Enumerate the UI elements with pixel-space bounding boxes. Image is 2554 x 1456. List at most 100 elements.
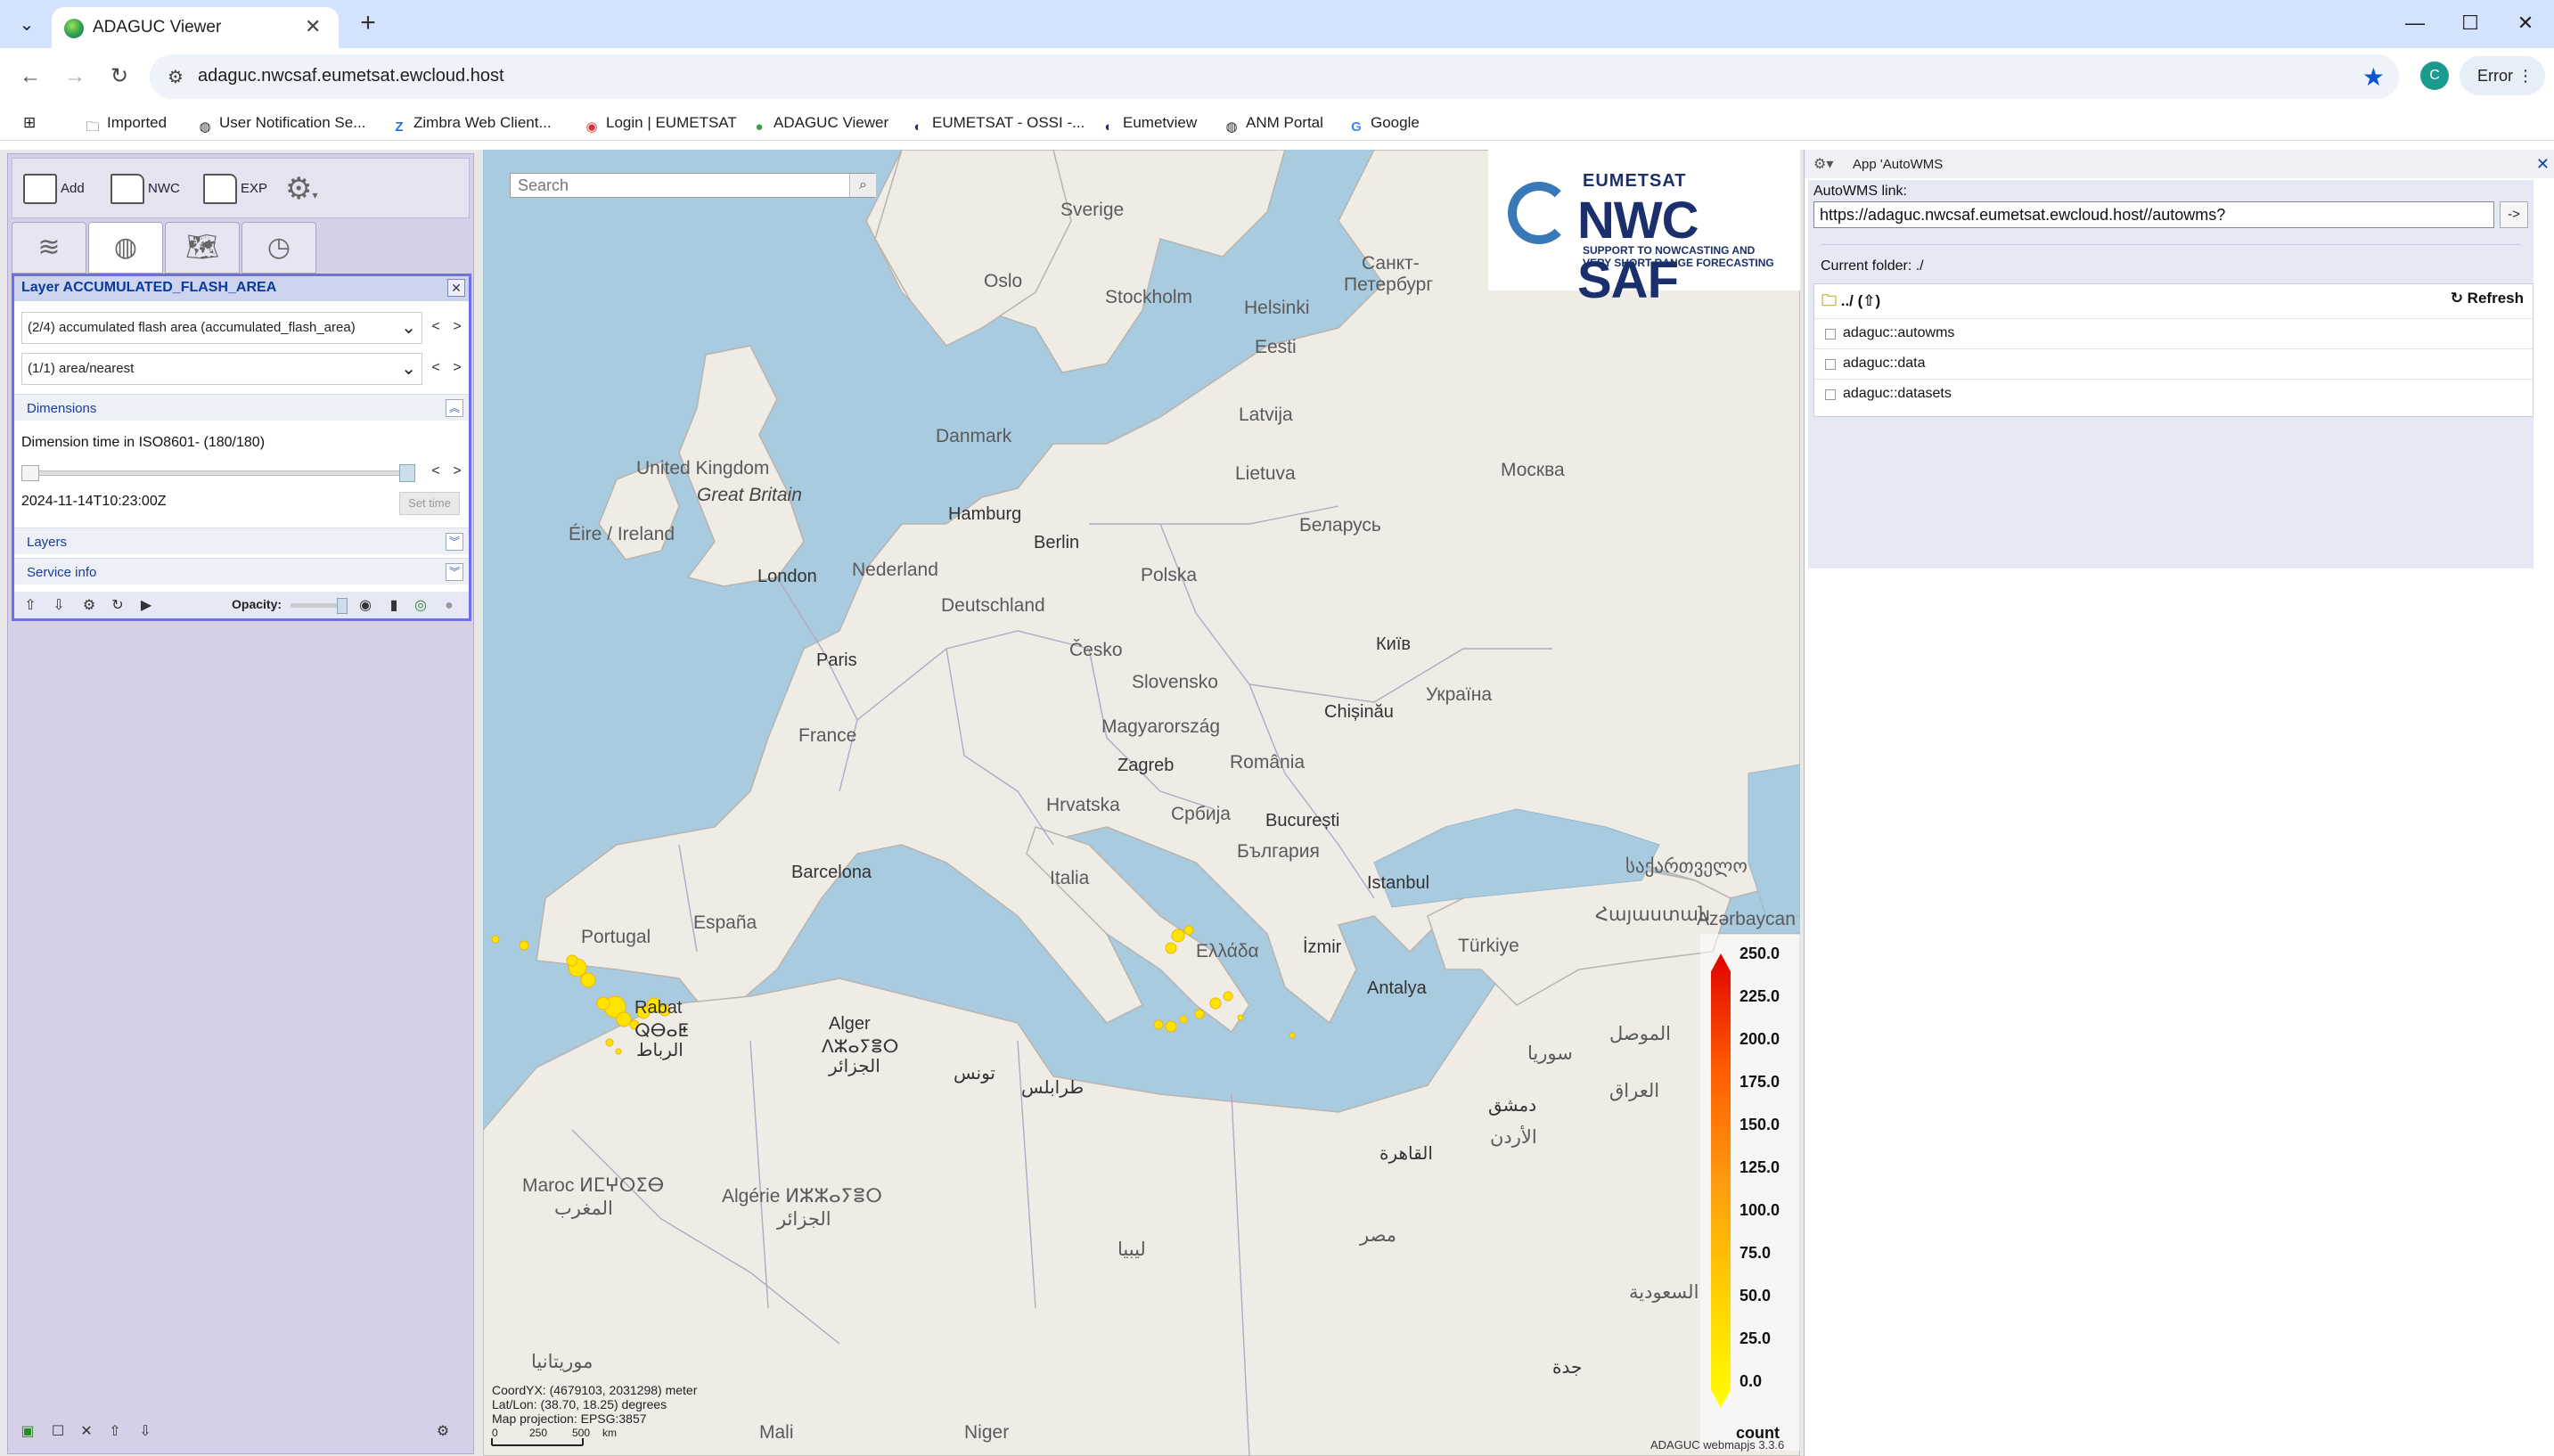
time-slider-thumb[interactable]: [399, 464, 415, 482]
browser-tab[interactable]: ADAGUC Viewer ✕: [52, 7, 339, 48]
bookmark-star-icon[interactable]: ★: [2362, 62, 2385, 92]
parent-folder-link[interactable]: 🗀 ../ (⇧): [1821, 290, 1880, 315]
list-item[interactable]: adaguc::autowms: [1814, 318, 2533, 348]
minimize-button[interactable]: —: [2388, 5, 2442, 41]
autowms-go-button[interactable]: ->: [2500, 201, 2528, 228]
bookmark-user-notification[interactable]: ◍ User Notification Se...: [196, 110, 365, 135]
move-down-icon[interactable]: ⇩: [50, 597, 68, 615]
autowms-title: App 'AutoWMS: [1853, 157, 1944, 172]
settings-icon[interactable]: ⚙: [434, 1423, 452, 1441]
variable-next-button[interactable]: >: [447, 315, 467, 340]
bookmark-google[interactable]: G Google: [1347, 110, 1420, 135]
new-tab-button[interactable]: +: [351, 7, 385, 41]
legend-tick: 50.0: [1740, 1287, 1772, 1305]
back-button[interactable]: ←: [11, 57, 50, 96]
refresh-button[interactable]: ↻ Refresh: [2451, 290, 2524, 307]
opacity-slider-thumb[interactable]: [337, 598, 348, 614]
style-next-button[interactable]: >: [447, 356, 467, 381]
layer-close-icon[interactable]: ✕: [447, 279, 465, 297]
layer-status-icon[interactable]: ●: [440, 597, 458, 615]
profile-avatar[interactable]: C: [2420, 61, 2449, 90]
time-next-button[interactable]: >: [447, 460, 467, 485]
time-slider[interactable]: [27, 470, 401, 476]
maximize-button[interactable]: ☐: [2443, 5, 2497, 41]
settings-gear-button[interactable]: ⚙▾: [285, 171, 318, 207]
tab-close-icon[interactable]: ✕: [305, 15, 321, 38]
item-checkbox[interactable]: [1825, 329, 1836, 339]
tab-layers[interactable]: ≋: [12, 222, 86, 274]
search-icon[interactable]: ⌕: [849, 174, 876, 197]
tab-globe[interactable]: ◍: [88, 222, 163, 274]
expand-icon[interactable]: ︾: [446, 533, 463, 551]
map-label: Київ: [1376, 634, 1412, 654]
settings-icon[interactable]: ⚙: [80, 597, 98, 615]
bookmark-eumetview[interactable]: ◐ Eumetview: [1100, 110, 1197, 135]
url-text[interactable]: adaguc.nwcsaf.eumetsat.ewcloud.host: [198, 66, 504, 86]
address-bar[interactable]: ⚙ adaguc.nwcsaf.eumetsat.ewcloud.host ★: [150, 54, 2399, 99]
move-up-icon[interactable]: ⇧: [106, 1423, 124, 1441]
map-label: London: [757, 567, 817, 586]
map-label: Algérie ⵍⵣⵣⴰⵢⴻⵔ: [722, 1186, 882, 1207]
error-menu-button[interactable]: Error ⋮: [2460, 56, 2545, 95]
list-item-label: adaguc::datasets: [1843, 386, 1952, 401]
variable-prev-button[interactable]: <: [426, 315, 446, 340]
visibility-eye-icon[interactable]: ◉: [356, 597, 374, 615]
legend-tick: 100.0: [1740, 1201, 1780, 1219]
set-time-button[interactable]: Set time: [399, 492, 460, 515]
layers-section[interactable]: Layers ︾: [14, 528, 469, 554]
map-view[interactable]: Search ⌕ EUMETSAT NWC SAF SUPPORT TO NOW…: [483, 150, 1800, 1456]
style-select[interactable]: (1/1) area/nearest ⌄: [21, 353, 422, 385]
map-label: سوريا: [1527, 1043, 1573, 1064]
delete-icon[interactable]: ✕: [78, 1423, 95, 1441]
map-label: Oslo: [984, 271, 1023, 291]
new-map-icon[interactable]: ☐: [49, 1423, 67, 1441]
move-down-icon[interactable]: ⇩: [136, 1423, 154, 1441]
bookmark-anm-portal[interactable]: ◍ ANM Portal: [1223, 110, 1322, 135]
reload-button[interactable]: ↻: [100, 57, 139, 96]
legend-bar-icon[interactable]: ▮: [385, 597, 403, 615]
layer-info-icon[interactable]: ◎: [412, 597, 430, 615]
list-item[interactable]: adaguc::datasets: [1814, 379, 2533, 409]
autowms-link-input[interactable]: https://adaguc.nwcsaf.eumetsat.ewcloud.h…: [1813, 201, 2494, 228]
bookmark-login-eumetsat[interactable]: ◉ Login | EUMETSAT: [583, 110, 736, 135]
move-up-icon[interactable]: ⇧: [21, 597, 39, 615]
opacity-slider[interactable]: [291, 603, 344, 608]
globe-icon: ◍: [1225, 119, 1238, 135]
tab-search-button[interactable]: ⌄: [11, 9, 43, 41]
bookmark-ossi[interactable]: ◐ EUMETSAT - OSSI -...: [909, 110, 1085, 135]
tab-map[interactable]: 🗺: [165, 222, 240, 274]
add-label: Add: [61, 181, 85, 196]
add-map-icon[interactable]: ▣: [19, 1423, 37, 1441]
variable-select[interactable]: (2/4) accumulated flash area (accumulate…: [21, 312, 422, 344]
opacity-label: Opacity:: [232, 597, 282, 611]
map-label: Portugal: [581, 927, 651, 947]
item-checkbox[interactable]: [1825, 359, 1836, 370]
collapse-icon[interactable]: ︽: [446, 399, 463, 417]
bookmark-adaguc-viewer[interactable]: ● ADAGUC Viewer: [750, 110, 888, 135]
exp-folder-button[interactable]: EXP: [203, 171, 267, 207]
list-item[interactable]: adaguc::data: [1814, 348, 2533, 379]
service-info-section[interactable]: Service info ︾: [14, 558, 469, 585]
bookmark-zimbra[interactable]: Z Zimbra Web Client...: [390, 110, 551, 135]
bookmark-imported[interactable]: 🗀 Imported: [84, 110, 167, 135]
window-close-button[interactable]: ✕: [2499, 5, 2552, 41]
add-layer-button[interactable]: Add: [23, 171, 85, 207]
time-slider-start[interactable]: [21, 465, 39, 481]
item-checkbox[interactable]: [1825, 389, 1836, 400]
legend-tick: 225.0: [1740, 987, 1780, 1005]
panel-close-icon[interactable]: ✕: [2536, 155, 2550, 174]
time-prev-button[interactable]: <: [426, 460, 446, 485]
site-info-icon[interactable]: ⚙: [168, 66, 184, 88]
map-label: الجزائر: [829, 1057, 880, 1076]
apps-grid-icon[interactable]: ⊞: [23, 110, 36, 135]
gear-menu-icon[interactable]: ⚙▾: [1813, 155, 1833, 173]
forward-button[interactable]: →: [55, 57, 94, 96]
dimensions-section[interactable]: Dimensions ︽: [14, 394, 469, 421]
expand-icon[interactable]: ︾: [446, 563, 463, 581]
tab-clock[interactable]: ◷: [241, 222, 316, 274]
nwc-folder-button[interactable]: NWC: [111, 171, 180, 207]
style-prev-button[interactable]: <: [426, 356, 446, 381]
map-search-input[interactable]: Search ⌕: [510, 173, 876, 198]
refresh-icon[interactable]: ↻: [109, 597, 127, 615]
play-icon[interactable]: ▶: [137, 597, 155, 615]
